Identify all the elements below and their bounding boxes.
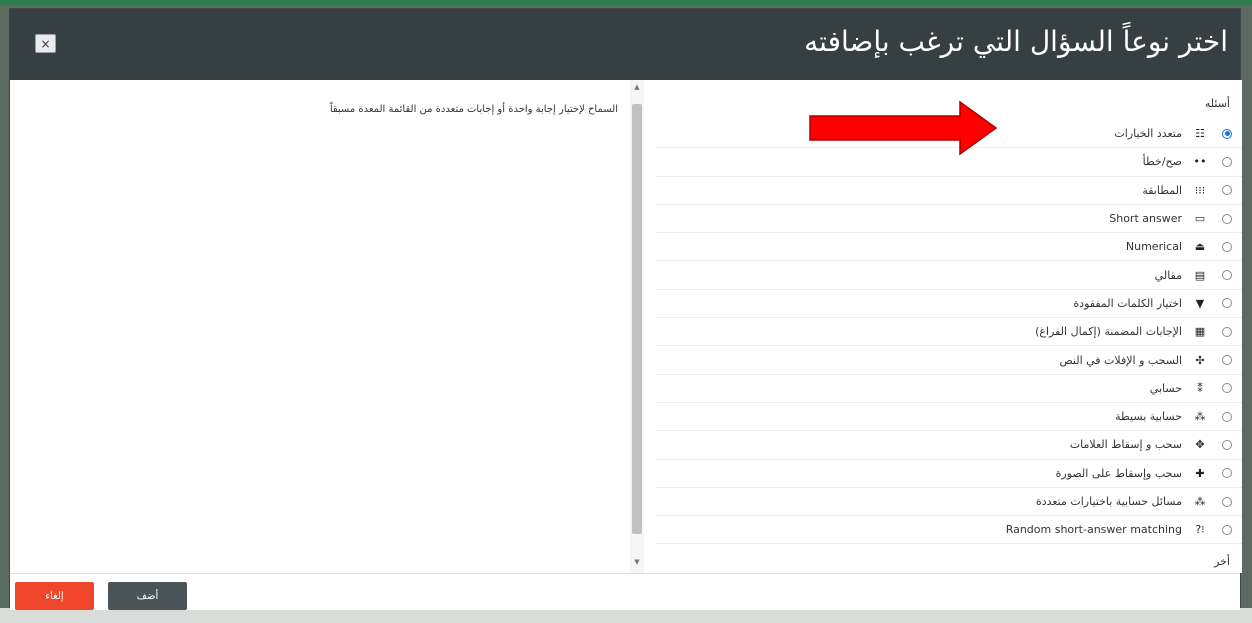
simple-calculated-icon: ⁂	[1194, 410, 1206, 424]
other-group-title: أخر	[1214, 555, 1230, 568]
question-type-option[interactable]: ✣ السحب و الإفلات في النص	[656, 346, 1242, 375]
backdrop-top-strip	[0, 0, 1252, 5]
radio-button[interactable]	[1222, 411, 1232, 422]
option-label: Short answer	[1109, 212, 1182, 226]
radio-button[interactable]	[1222, 468, 1232, 479]
matching-icon: ⁝⁝⁝	[1194, 183, 1206, 197]
question-type-option[interactable]: ⁝? Random short-answer matching	[656, 516, 1242, 545]
option-label: حسابية بسيطة	[1115, 410, 1182, 424]
question-type-option[interactable]: ⏏ Numerical	[656, 233, 1242, 262]
question-type-option[interactable]: ⁂ مسائل حسابية باختيارات متعددة	[656, 488, 1242, 517]
radio-button[interactable]	[1222, 128, 1232, 139]
question-type-dialog: اختر نوعاً السؤال التي ترغب بإضافته × ال…	[9, 8, 1242, 610]
questions-group-title: أسئله	[1204, 97, 1230, 110]
option-label: المطابقة	[1142, 183, 1182, 197]
calculated-icon: ⁑	[1197, 381, 1203, 395]
radio-button[interactable]	[1222, 326, 1232, 337]
dialog-body: السماح لإختيار إجابة واحدة أو إجابات متع…	[10, 80, 1242, 573]
radio-button[interactable]	[1222, 270, 1232, 281]
dialog-header: اختر نوعاً السؤال التي ترغب بإضافته ×	[10, 9, 1240, 80]
add-button[interactable]: أضف	[108, 582, 187, 610]
option-label: سحب و إسقاط العلامات	[1069, 438, 1182, 452]
radio-button[interactable]	[1222, 355, 1232, 366]
drag-drop-text-icon: ✣	[1195, 353, 1205, 367]
cancel-button[interactable]: إلغاء	[15, 582, 94, 610]
option-label: الإجابات المضمنة (إكمال الفراغ)	[1035, 325, 1182, 339]
option-label: اختيار الكلمات المفقودة	[1073, 296, 1182, 310]
true-false-icon: ••	[1193, 155, 1207, 169]
drag-drop-image-icon: ✚	[1195, 466, 1205, 480]
question-type-option[interactable]: ⁂ حسابية بسيطة	[656, 403, 1242, 432]
short-answer-icon: ▭	[1194, 212, 1206, 226]
backdrop-page	[0, 608, 1252, 623]
question-type-option[interactable]: ✥ سحب و إسقاط العلامات	[656, 431, 1242, 460]
drag-drop-markers-icon: ✥	[1195, 438, 1205, 452]
option-label: حسابي	[1149, 381, 1182, 395]
random-matching-icon: ⁝?	[1195, 523, 1205, 537]
radio-button[interactable]	[1222, 439, 1232, 450]
option-label: سحب وإسقاط على الصورة	[1055, 466, 1182, 480]
option-label: Numerical	[1125, 240, 1182, 254]
multiple-choice-icon: ☷	[1195, 127, 1205, 141]
radio-button[interactable]	[1222, 213, 1232, 224]
radio-button[interactable]	[1222, 298, 1232, 309]
essay-icon: ▤	[1194, 268, 1206, 282]
options-scrollbar[interactable]: ▲ ▼	[630, 80, 644, 573]
question-type-option[interactable]: ▼ اختيار الكلمات المفقودة	[656, 290, 1242, 319]
option-label: السحب و الإفلات في النص	[1059, 353, 1182, 367]
question-type-description: السماح لإختيار إجابة واحدة أو إجابات متع…	[329, 104, 618, 115]
scroll-thumb[interactable]	[632, 104, 642, 534]
dialog-footer: إلغاء أضف	[10, 573, 1240, 610]
select-missing-words-icon: ▼	[1195, 296, 1205, 310]
question-type-option[interactable]: ▤ مقالي	[656, 261, 1242, 290]
description-pane: السماح لإختيار إجابة واحدة أو إجابات متع…	[10, 80, 630, 573]
question-type-option[interactable]: ✚ سحب وإسقاط على الصورة	[656, 460, 1242, 488]
radio-button[interactable]	[1222, 524, 1232, 535]
radio-button[interactable]	[1222, 241, 1232, 252]
red-arrow-annotation	[809, 100, 998, 156]
question-type-option[interactable]: ⁑ حسابي	[656, 375, 1242, 403]
question-type-option[interactable]: ▭ Short answer	[656, 205, 1242, 234]
close-icon: ×	[40, 36, 51, 51]
option-label: مسائل حسابية باختيارات متعددة	[1035, 495, 1182, 508]
option-label: متعدد الخيارات	[1114, 127, 1182, 141]
option-label: مقالي	[1154, 268, 1182, 282]
radio-button[interactable]	[1222, 496, 1232, 507]
dialog-title: اختر نوعاً السؤال التي ترغب بإضافته	[804, 25, 1228, 58]
scroll-down-arrow-icon[interactable]: ▼	[632, 558, 642, 570]
embedded-answers-icon: ▦	[1194, 325, 1206, 339]
question-type-option[interactable]: ⁝⁝⁝ المطابقة	[656, 177, 1242, 205]
numerical-icon: ⏏	[1194, 240, 1206, 254]
calculated-multichoice-icon: ⁂	[1194, 495, 1206, 508]
option-label: Random short-answer matching	[1005, 523, 1182, 537]
radio-button[interactable]	[1222, 185, 1232, 196]
close-button[interactable]: ×	[35, 34, 56, 53]
radio-button[interactable]	[1222, 383, 1232, 394]
option-label: صح/خطأ	[1142, 155, 1182, 169]
question-type-list: ☷ متعدد الخيارات •• صح/خطأ ⁝⁝⁝ المطابقة ▭ Short…	[644, 120, 1242, 545]
radio-button[interactable]	[1222, 156, 1232, 167]
question-type-option[interactable]: ▦ الإجابات المضمنة (إكمال الفراغ)	[656, 318, 1242, 347]
scroll-up-arrow-icon[interactable]: ▲	[632, 83, 642, 95]
